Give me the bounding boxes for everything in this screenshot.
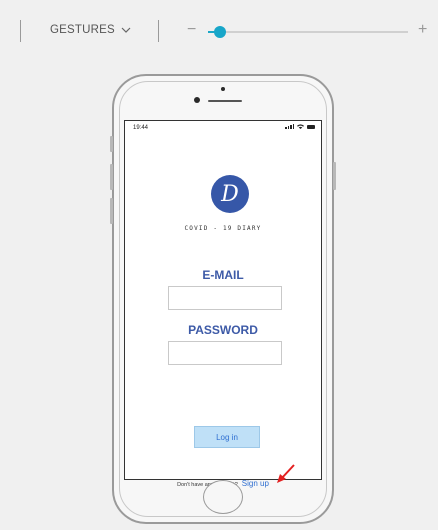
app-name: COVID - 19 DIARY [184, 225, 262, 232]
password-label: PASSWORD [188, 323, 258, 337]
gestures-label: GESTURES [50, 24, 115, 36]
camera-icon [194, 97, 200, 103]
home-button[interactable] [203, 480, 243, 514]
gestures-dropdown[interactable]: GESTURES [50, 24, 131, 36]
zoom-out-button[interactable]: − [187, 22, 196, 38]
app-logo: D [211, 175, 249, 213]
signup-link[interactable]: Sign up [242, 479, 269, 488]
phone-side-button [110, 136, 113, 152]
zoom-slider-track[interactable] [208, 31, 408, 33]
email-label: E-MAIL [202, 268, 244, 282]
logo-letter: D [221, 181, 239, 207]
phone-volume-down-button [110, 198, 113, 224]
wifi-icon [297, 124, 304, 129]
phone-frame: 19:44 D COVID - 19 DIARY E-MAIL PASSWORD… [110, 74, 336, 524]
email-field[interactable] [168, 286, 282, 310]
battery-icon [307, 125, 315, 129]
front-camera [221, 87, 225, 91]
phone-screen: 19:44 D COVID - 19 DIARY E-MAIL PASSWORD… [124, 120, 322, 488]
phone-volume-up-button [110, 164, 113, 190]
toolbar-divider [20, 20, 21, 42]
status-icons [285, 124, 315, 129]
status-time: 19:44 [133, 125, 149, 131]
password-field[interactable] [168, 341, 282, 365]
speaker-grille [208, 100, 242, 102]
phone-power-button [333, 162, 336, 190]
toolbar: GESTURES − + [0, 0, 438, 62]
login-button[interactable]: Log in [194, 426, 260, 448]
chevron-down-icon [121, 27, 131, 33]
toolbar-divider [158, 20, 159, 42]
zoom-slider-thumb[interactable] [214, 26, 226, 38]
zoom-in-button[interactable]: + [418, 22, 427, 38]
signal-icon [285, 124, 294, 129]
